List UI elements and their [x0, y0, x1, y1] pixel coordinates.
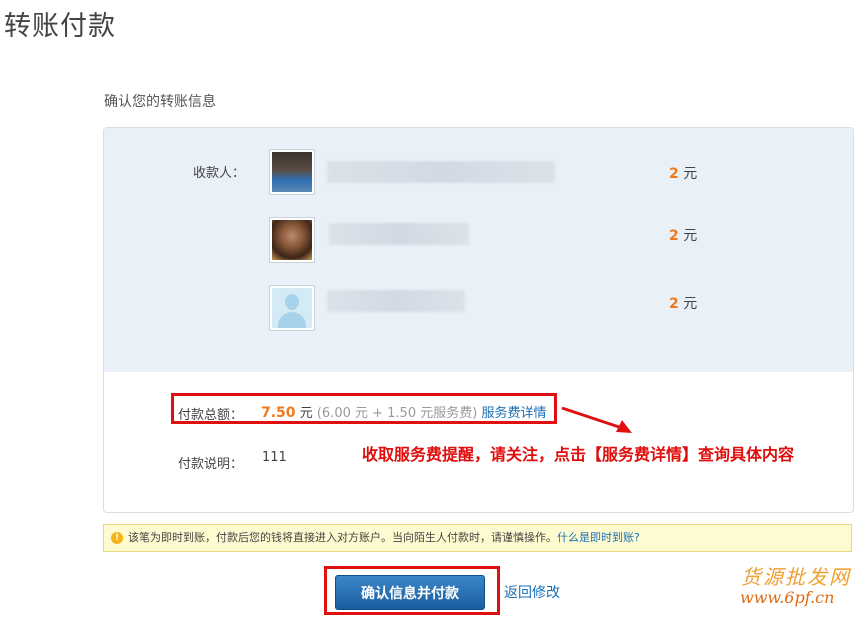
notice-text: 该笔为即时到账，付款后您的钱将直接进入对方账户。当向陌生人付款时，请谨慎操作。: [128, 531, 557, 544]
section-title: 确认您的转账信息: [104, 94, 216, 110]
payee-name-blurred: [327, 290, 465, 312]
avatar: [269, 149, 315, 195]
payee-amount: 2 元: [669, 166, 698, 182]
total-value: 7.50 元 (6.00 元 + 1.50 元服务费) 服务费详情: [261, 405, 547, 421]
payee-amount: 2 元: [669, 228, 698, 244]
payee-row: 2 元: [269, 217, 789, 265]
note-value: 111: [262, 450, 287, 465]
fee-details-link[interactable]: 服务费详情: [481, 406, 546, 421]
confirm-and-pay-button[interactable]: 确认信息并付款: [335, 575, 485, 610]
annotation-arrow: [561, 406, 632, 433]
avatar: [269, 285, 315, 331]
fee-reminder-annotation: 收取服务费提醒，请关注，点击【服务费详情】查询具体内容: [362, 445, 795, 464]
default-user-icon: [272, 288, 312, 328]
back-to-edit-link[interactable]: 返回修改: [504, 582, 560, 602]
warning-icon: !: [111, 532, 123, 544]
payee-row: 2 元: [269, 149, 789, 197]
payee-name-blurred: [327, 161, 555, 183]
payee-label: 收款人：: [193, 166, 246, 181]
instant-transfer-notice: ! 该笔为即时到账，付款后您的钱将直接进入对方账户。当向陌生人付款时，请谨慎操作…: [103, 524, 852, 552]
note-label: 付款说明：: [178, 457, 244, 472]
payee-name-blurred: [329, 223, 469, 245]
page-title: 转账付款: [4, 11, 116, 42]
payee-panel: 收款人： 2 元 2 元 2 元: [104, 128, 853, 372]
watermark-title: 货源批发网: [741, 565, 851, 589]
watermark-url: www.6pf.cn: [740, 588, 835, 607]
payee-amount: 2 元: [669, 296, 698, 312]
instant-transfer-help-link[interactable]: 什么是即时到账?: [557, 531, 640, 544]
payee-row: 2 元: [269, 285, 789, 333]
avatar: [269, 217, 315, 263]
total-label: 付款总额：: [178, 408, 244, 423]
